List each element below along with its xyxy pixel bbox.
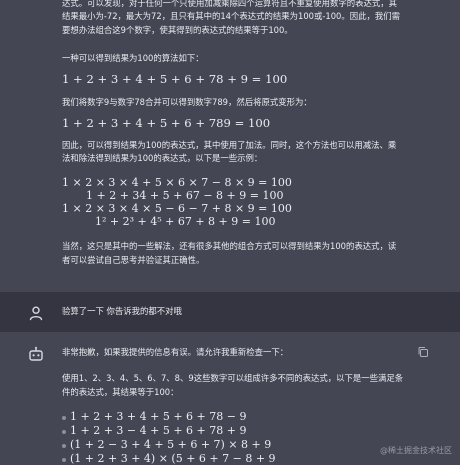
math-example: 1 × 2 × 3 × 4 + 5 × 6 × 7 − 8 × 9 = 100 (62, 176, 292, 189)
math-example: 1 + 2 + 34 + 5 + 67 − 8 + 9 = 100 (86, 189, 284, 202)
message-line: 因此，可以得到结果为100的表达式，其中使用了加法。同时，这个方法也可以用减法、… (62, 140, 397, 150)
message-line: 达式。可以发现，对于任何一个只使用加减乘除四个运算符且不重复使用数字的表达式，其 (62, 0, 397, 8)
message-line: 我们将数字9与数字78合并可以得到数字789，然后将原式变形为： (62, 97, 312, 107)
list-bullet (62, 458, 66, 462)
list-item: 1 + 2 + 3 − 4 + 5 + 6 + 78 + 9 (70, 424, 247, 437)
assistant-message-1: 达式。可以发现，对于任何一个只使用加减乘除四个运算符且不重复使用数字的表达式，其… (0, 0, 460, 292)
math-example: 1 × 2 × 3 × 4 × 5 − 6 − 7 + 8 × 9 = 100 (62, 202, 292, 215)
assistant-message-2: 非常抱歉，如果我提供的信息有误。请允许我重新检查一下： 使用1、2、3、4、5、… (0, 332, 460, 465)
list-bullet (62, 444, 66, 448)
message-line: 当然，这只是其中的一些解法，还有很多其他的组合方式可以得到结果为100的表达式，… (62, 241, 397, 251)
math-equation: 1 + 2 + 3 + 4 + 5 + 6 + 78 + 9 = 100 (62, 72, 288, 86)
copy-icon[interactable] (417, 346, 429, 358)
user-icon (29, 306, 43, 321)
math-equation: 1 + 2 + 3 + 4 + 5 + 6 + 789 = 100 (62, 116, 271, 130)
list-bullet (62, 430, 66, 434)
message-line: 使用1、2、3、4、5、6、7、8、9这些数字可以组成许多不同的表达式，以下是一… (62, 373, 404, 383)
math-example: 1² + 2³ + 4⁵ + 67 + 8 + 9 = 100 (95, 215, 276, 228)
user-message: 验算了一下 你告诉我的都不对哦 (0, 292, 460, 332)
message-line: 结果最小为-72，最大为72，且只有其中的14个表达式的结果为100或-100。… (62, 11, 400, 21)
bot-icon (29, 346, 43, 361)
watermark: @稀土掘金技术社区 (380, 446, 452, 455)
message-line: 非常抱歉，如果我提供的信息有误。请允许我重新检查一下： (62, 347, 289, 357)
list-item: (1 + 2 − 3 + 4 + 5 + 6 + 7) × 8 + 9 (70, 438, 272, 451)
list-bullet (62, 416, 66, 420)
message-line: 件的表达式，其结果等于100： (62, 387, 179, 397)
message-line: 法和除法得到结果为100的表达式，以下是一些示例： (62, 153, 263, 163)
message-line: 者可以尝试自己思考并验证其正确性。 (62, 255, 205, 265)
list-item: (1 + 2 + 3 + 4) × (5 + 6 + 7 − 8 + 9 (70, 452, 276, 465)
message-line: 要想办法组合这9个数字，使其得到的表达式的结果等于100。 (62, 25, 293, 35)
message-line: 一种可以得到结果为100的算法如下： (62, 53, 204, 63)
user-message-text: 验算了一下 你告诉我的都不对哦 (62, 306, 182, 316)
list-item: 1 + 2 + 3 + 4 + 5 + 6 + 78 − 9 (70, 410, 247, 423)
